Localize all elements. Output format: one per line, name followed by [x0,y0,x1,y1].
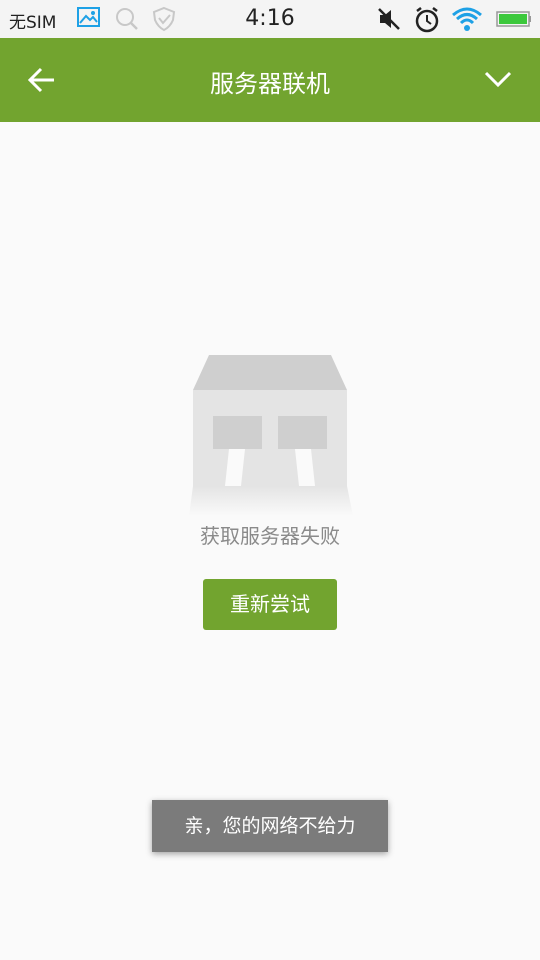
content-area: 获取服务器失败 重新尝试 亲，您的网络不给力 [0,122,540,960]
error-message: 获取服务器失败 [200,524,340,548]
app-bar: 服务器联机 [0,38,540,122]
retry-button[interactable]: 重新尝试 [203,579,337,630]
status-bar: 无SIM 4:16 [0,0,540,38]
chevron-down-icon [484,71,512,88]
mute-icon [377,6,401,36]
wifi-icon [451,6,483,36]
page-title: 服务器联机 [210,70,330,98]
alarm-icon [413,6,441,38]
battery-icon [496,10,532,32]
building-icon [189,355,353,516]
dropdown-button[interactable] [476,58,520,102]
network-toast: 亲，您的网络不给力 [152,800,388,852]
